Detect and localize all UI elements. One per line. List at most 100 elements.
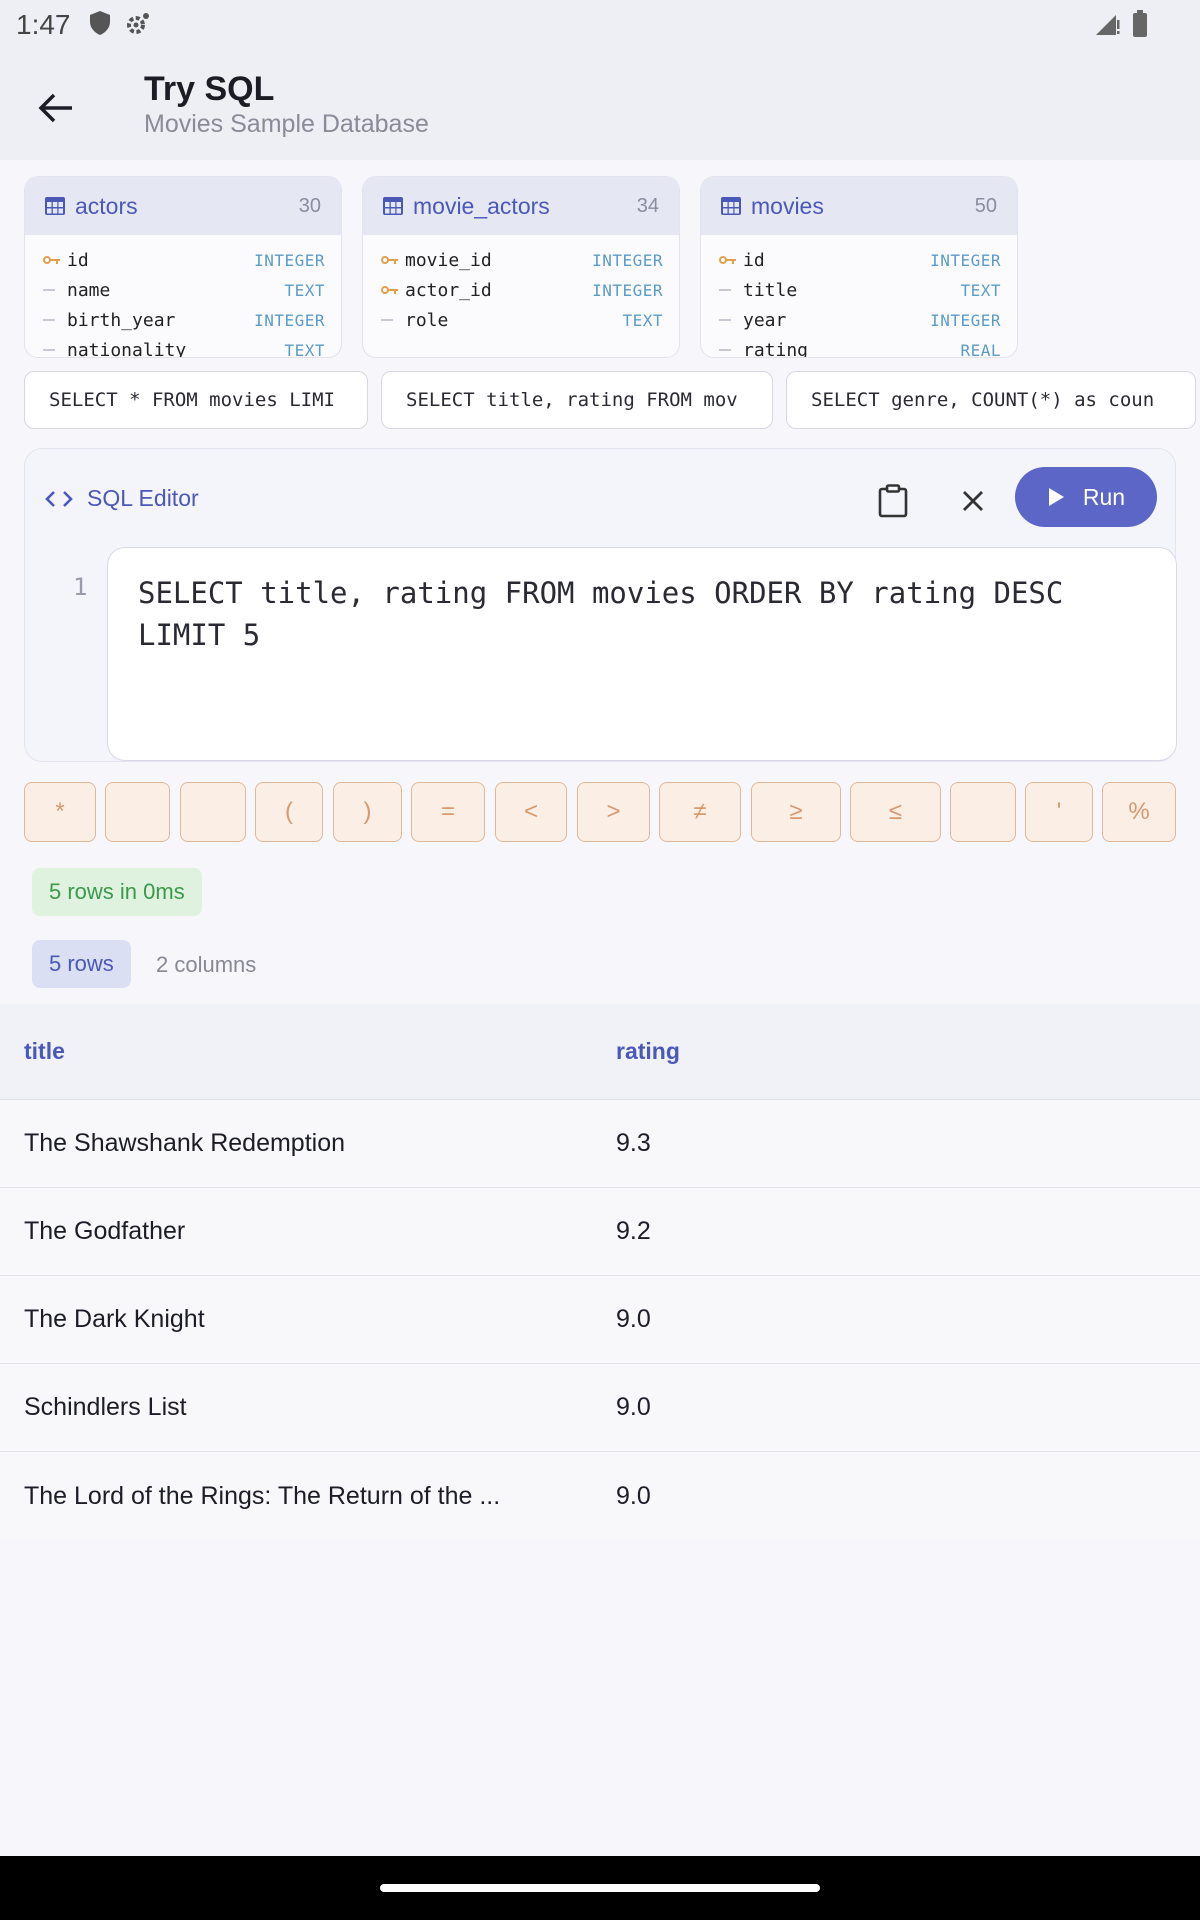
table-row-count: 30 (298, 194, 321, 217)
line-number: 1 (73, 573, 88, 601)
dash-icon (43, 288, 67, 292)
signal-icon (1094, 11, 1120, 42)
symbol-key[interactable] (180, 782, 246, 842)
table-row[interactable]: Schindlers List 9.0 (0, 1364, 1200, 1452)
table-row-count: 34 (636, 194, 659, 217)
cell-rating: 9.0 (616, 1305, 651, 1333)
column-row: birth_year INTEGER (25, 305, 341, 335)
table-row[interactable]: The Godfather 9.2 (0, 1188, 1200, 1276)
symbol-key[interactable]: % (1102, 782, 1176, 842)
table-icon (383, 197, 403, 215)
symbol-key[interactable]: ) (333, 782, 402, 842)
table-icon (721, 197, 741, 215)
column-row: year INTEGER (701, 305, 1017, 335)
symbol-key[interactable]: ≥ (751, 782, 841, 842)
cell-rating: 9.3 (616, 1129, 651, 1157)
table-name: movies (751, 192, 824, 219)
column-row: movie_id INTEGER (363, 245, 679, 275)
table-icon (45, 197, 65, 215)
cell-rating: 9.0 (616, 1481, 651, 1510)
close-icon (963, 491, 983, 511)
symbol-key[interactable]: ' (1025, 782, 1093, 842)
clipboard-icon (878, 484, 908, 518)
paste-button[interactable] (867, 475, 919, 527)
symbol-key[interactable] (950, 782, 1016, 842)
battery-icon (1132, 10, 1148, 43)
column-row: rating REAL (701, 335, 1017, 357)
status-bar: 1:47 (0, 0, 1200, 50)
row-count-badge: 5 rows (32, 940, 131, 988)
sql-editor-label: SQL Editor (87, 485, 199, 511)
symbol-key[interactable]: = (411, 782, 485, 842)
execution-time-badge: 5 rows in 0ms (32, 868, 202, 916)
settings-gear-icon (125, 10, 151, 41)
column-row: title TEXT (701, 275, 1017, 305)
results-table: title rating The Shawshank Redemption 9.… (0, 1004, 1200, 1540)
dash-icon (43, 318, 67, 322)
cell-rating: 9.0 (616, 1393, 651, 1421)
symbol-key[interactable]: ≤ (850, 782, 941, 842)
column-count-label: 2 columns (156, 952, 257, 977)
symbol-key[interactable]: * (24, 782, 96, 842)
symbol-key[interactable] (105, 782, 170, 842)
column-row: role TEXT (363, 305, 679, 335)
table-name: movie_actors (413, 192, 550, 219)
play-icon (1048, 488, 1064, 506)
table-row[interactable]: The Dark Knight 9.0 (0, 1276, 1200, 1364)
home-gesture-handle[interactable] (380, 1884, 820, 1892)
cell-title: The Godfather (24, 1217, 186, 1245)
clear-button[interactable] (947, 475, 999, 527)
table-card-movie-actors[interactable]: movie_actors 34 movie_id INTEGER actor_id… (362, 176, 680, 358)
column-row: name TEXT (25, 275, 341, 305)
cell-title: The Dark Knight (24, 1305, 205, 1333)
shield-icon (89, 10, 111, 41)
sample-queries: SELECT * FROM movies LIMI SELECT title, … (24, 371, 1196, 429)
table-row[interactable]: The Lord of the Rings: The Return of the… (0, 1452, 1200, 1540)
column-header-rating[interactable]: rating (592, 1038, 680, 1065)
arrow-left-icon (38, 93, 72, 123)
sample-query-chip[interactable]: SELECT * FROM movies LIMI (24, 371, 368, 429)
dash-icon (719, 348, 743, 352)
key-icon (719, 255, 743, 265)
column-row: id INTEGER (701, 245, 1017, 275)
sql-editor-panel: SQL Editor Run 1 SELECT title, rating FR… (24, 448, 1177, 762)
code-icon (45, 490, 73, 507)
table-name: actors (75, 192, 138, 219)
table-card-actors[interactable]: actors 30 id INTEGER name TEXT birth_year I… (24, 176, 342, 358)
table-row-count: 50 (974, 194, 997, 217)
symbol-key[interactable]: ≠ (659, 782, 741, 842)
app-bar: Try SQL Movies Sample Database (0, 50, 1200, 160)
column-row: nationality TEXT (25, 335, 341, 357)
code-line: SELECT title, rating FROM movies ORDER B… (138, 576, 1064, 610)
back-button[interactable] (30, 82, 82, 134)
cell-title: The Lord of the Rings: The Return of the… (24, 1481, 501, 1510)
cell-title: Schindlers List (24, 1393, 187, 1421)
symbol-key[interactable]: ( (255, 782, 323, 842)
column-row: actor_id INTEGER (363, 275, 679, 305)
key-icon (381, 285, 405, 295)
dash-icon (719, 318, 743, 322)
run-button[interactable]: Run (1015, 467, 1157, 527)
symbol-key[interactable]: < (495, 782, 567, 842)
symbol-key[interactable]: > (577, 782, 650, 842)
status-time: 1:47 (16, 9, 71, 40)
code-line: LIMIT 5 (138, 618, 261, 652)
dash-icon (719, 288, 743, 292)
page-title: Try SQL (144, 70, 275, 108)
schema-tables: actors 30 id INTEGER name TEXT birth_year I… (24, 176, 1018, 358)
cell-title: The Shawshank Redemption (24, 1129, 346, 1157)
page-subtitle: Movies Sample Database (144, 110, 429, 138)
key-icon (381, 255, 405, 265)
sample-query-chip[interactable]: SELECT genre, COUNT(*) as coun (786, 371, 1196, 429)
dash-icon (43, 348, 67, 352)
table-header: title rating (0, 1004, 1200, 1100)
sample-query-chip[interactable]: SELECT title, rating FROM mov (381, 371, 773, 429)
column-row: id INTEGER (25, 245, 341, 275)
column-header-title[interactable]: title (0, 1038, 592, 1065)
sql-code-input[interactable]: SELECT title, rating FROM movies ORDER B… (107, 547, 1177, 761)
key-icon (43, 255, 67, 265)
dash-icon (381, 318, 405, 322)
table-row[interactable]: The Shawshank Redemption 9.3 (0, 1100, 1200, 1188)
system-navigation-bar (0, 1856, 1200, 1920)
table-card-movies[interactable]: movies 50 id INTEGER title TEXT year INTEGE… (700, 176, 1018, 358)
